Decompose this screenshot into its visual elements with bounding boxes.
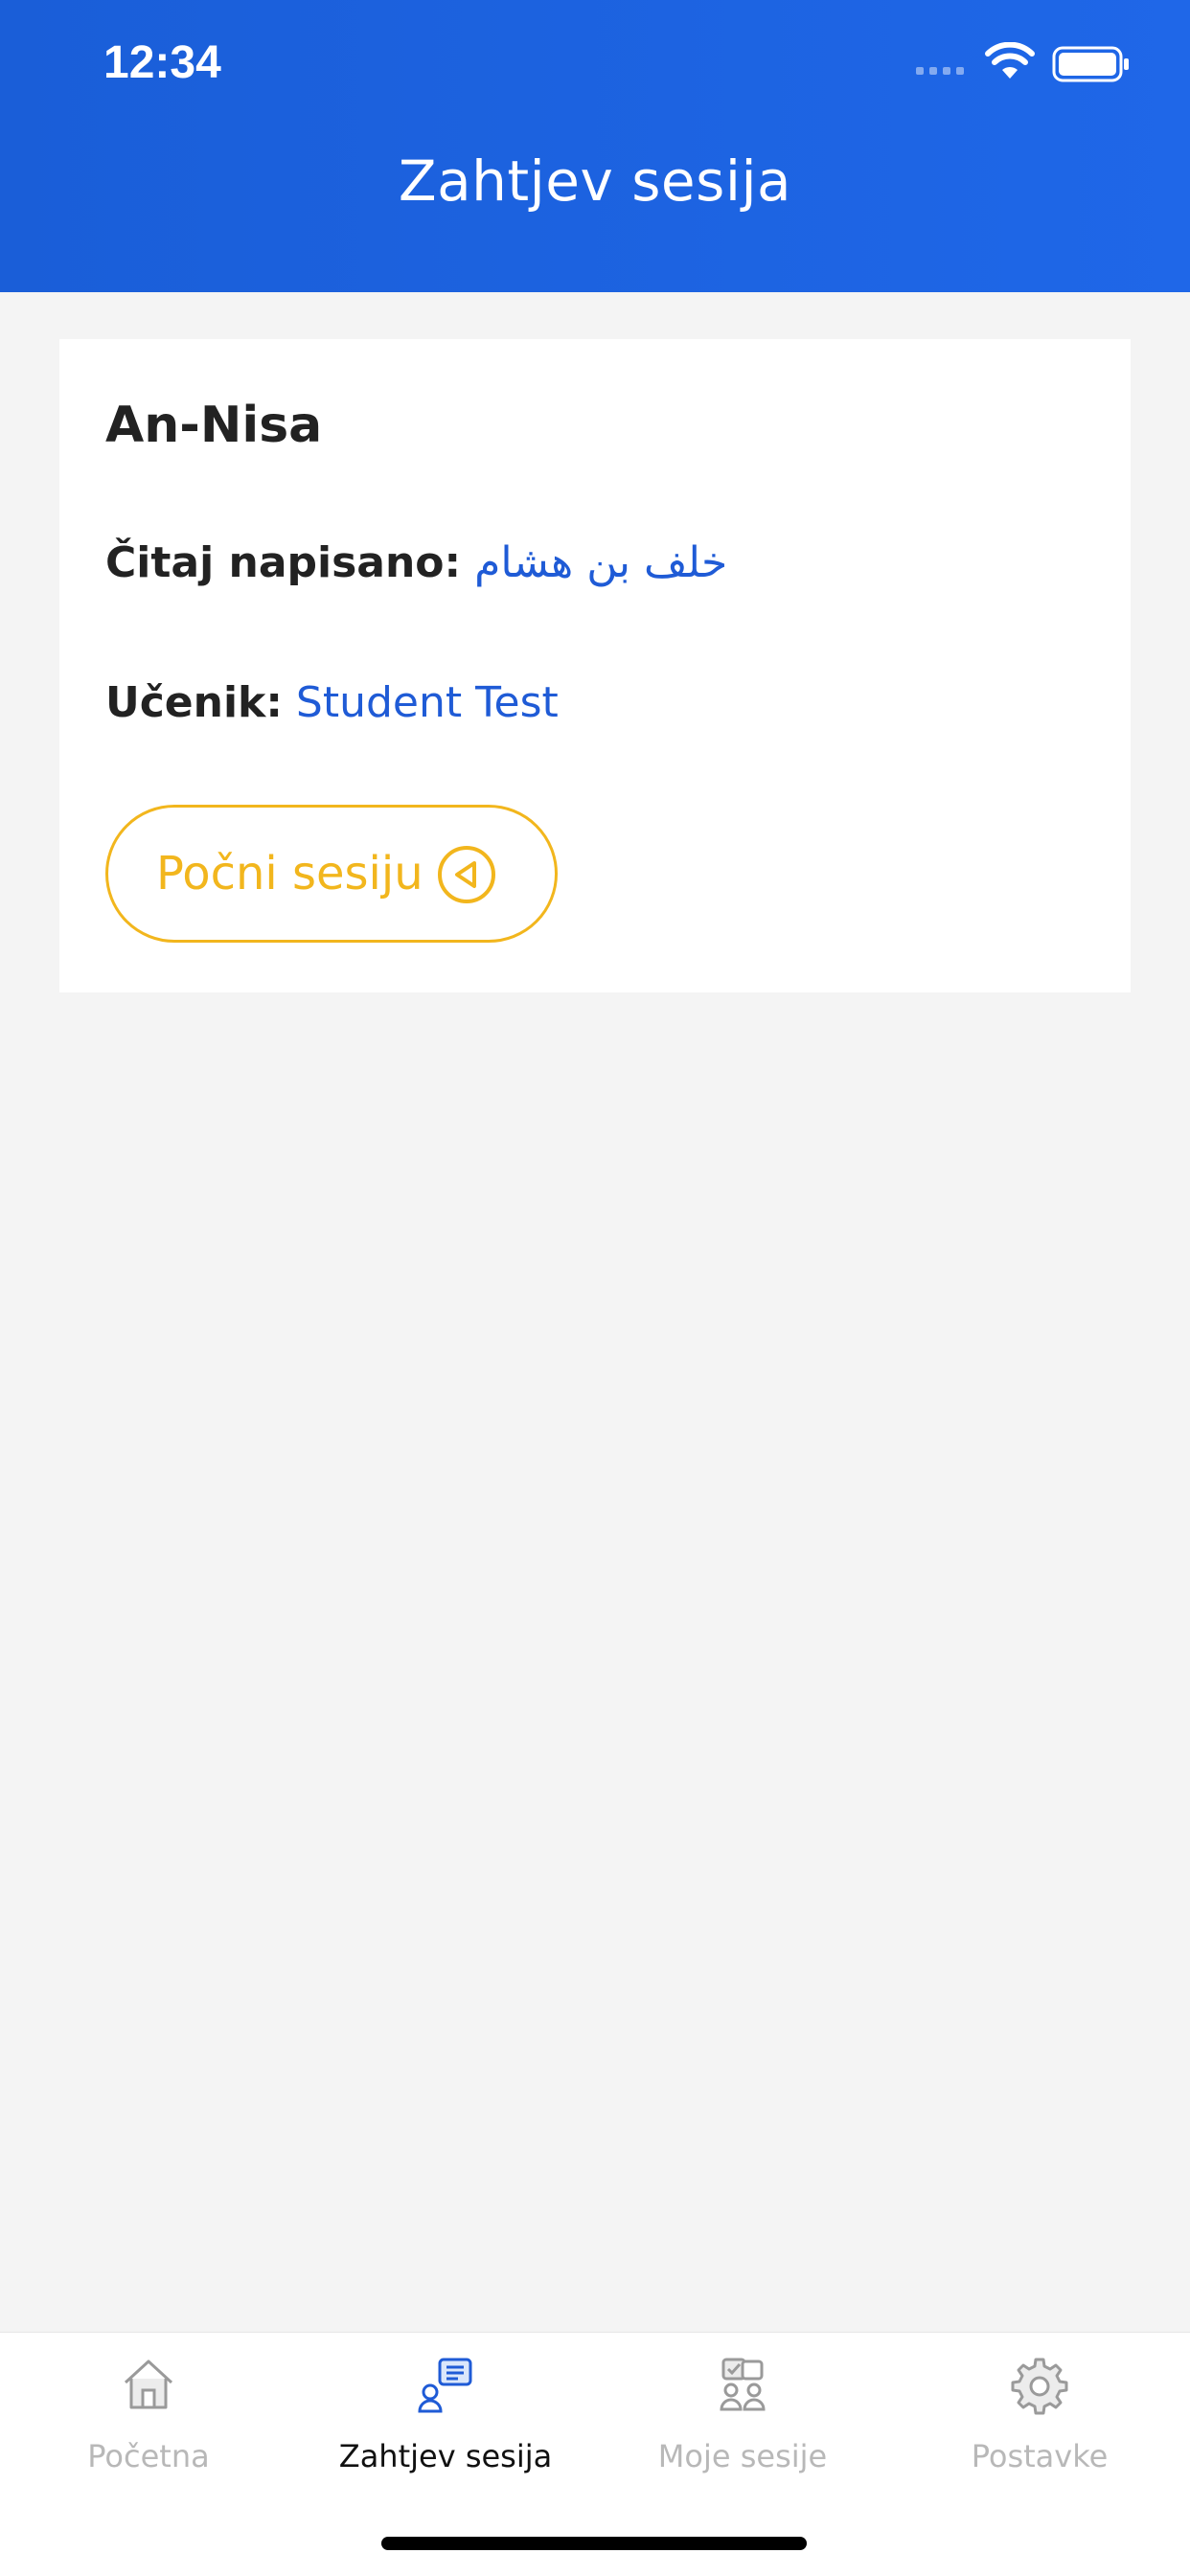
read-value: خلف بن هشام — [474, 538, 728, 587]
battery-icon — [1052, 46, 1129, 82]
start-session-button[interactable]: Počni sesiju — [105, 805, 558, 943]
read-label: Čitaj napisano: — [105, 538, 462, 587]
cellular-signal-icon — [916, 67, 964, 75]
request-chat-icon — [418, 2358, 472, 2413]
tab-moje-sesije[interactable]: Moje sesije — [594, 2333, 891, 2515]
tab-label: Zahtjev sesija — [338, 2438, 553, 2474]
tab-postavke[interactable]: Postavke — [891, 2333, 1188, 2515]
session-request-card: An-Nisa Čitaj napisano: خلف بن هشام Učen… — [59, 339, 1131, 992]
my-sessions-icon — [720, 2358, 766, 2411]
home-icon — [124, 2359, 173, 2409]
start-session-label: Počni sesiju — [156, 847, 423, 900]
gear-icon — [1011, 2358, 1068, 2415]
read-row: Čitaj napisano: خلف بن هشام — [105, 538, 727, 587]
student-label: Učenik: — [105, 678, 283, 727]
home-indicator[interactable] — [381, 2537, 807, 2550]
student-row: Učenik: Student Test — [105, 678, 559, 727]
tab-label: Moje sesije — [657, 2438, 828, 2474]
surah-title: An-Nisa — [105, 397, 323, 454]
app-header: 12:34 Zahtjev sesija — [0, 0, 1190, 292]
tab-label: Postavke — [971, 2438, 1109, 2474]
tab-zahtjev-sesija[interactable]: Zahtjev sesija — [297, 2333, 594, 2515]
student-name: Student Test — [295, 678, 559, 727]
tab-pocetna[interactable]: Početna — [0, 2333, 297, 2515]
play-circle-icon — [438, 846, 495, 903]
tab-label: Početna — [87, 2438, 210, 2474]
status-time: 12:34 — [103, 37, 221, 88]
page-title: Zahtjev sesija — [398, 148, 792, 214]
wifi-icon — [985, 42, 1035, 79]
